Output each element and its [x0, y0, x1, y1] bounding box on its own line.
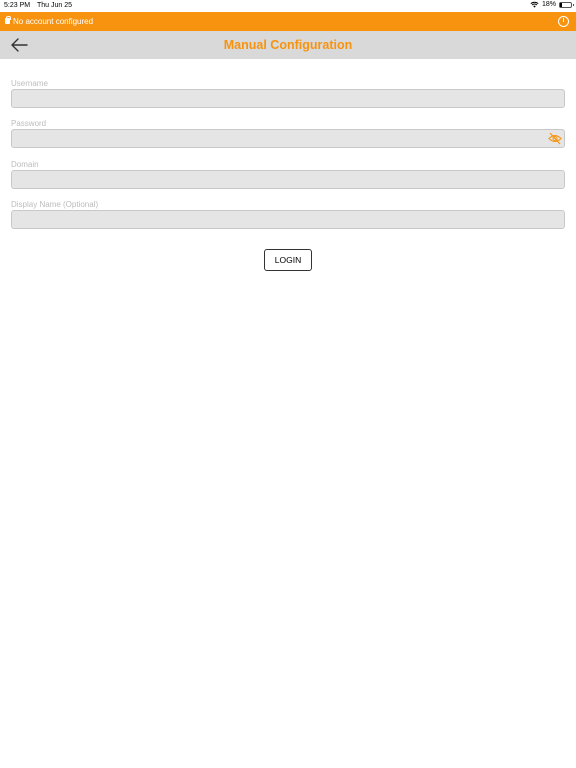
display-name-input[interactable] [11, 210, 565, 229]
status-bar: 5:23 PM Thu Jun 25 18% [0, 0, 576, 12]
lock-icon [5, 16, 11, 24]
power-icon[interactable] [558, 16, 569, 27]
username-group: Username [11, 78, 565, 108]
no-account-banner: No account configured [0, 12, 576, 31]
battery-icon [559, 1, 574, 8]
status-right: 18% [530, 1, 574, 8]
display-name-label: Display Name (Optional) [11, 200, 99, 209]
status-time: 5:23 PM [4, 2, 31, 9]
password-label: Password [11, 119, 47, 128]
wifi-icon [530, 1, 539, 8]
domain-input[interactable] [11, 170, 565, 189]
battery-percent: 18% [541, 1, 556, 8]
username-label: Username [11, 79, 48, 88]
navigation-bar: Manual Configuration [0, 31, 576, 59]
domain-group: Domain [11, 159, 565, 189]
eye-slash-icon[interactable] [548, 132, 562, 145]
password-group: Password [11, 118, 565, 148]
username-input[interactable] [11, 89, 565, 108]
login-button[interactable]: LOGIN [264, 249, 312, 271]
password-input[interactable] [11, 129, 565, 148]
domain-label: Domain [11, 160, 39, 169]
battery-fill [560, 2, 562, 7]
display-name-group: Display Name (Optional) [11, 199, 565, 229]
banner-text: No account configured [13, 17, 94, 26]
page-title: Manual Configuration [223, 38, 353, 52]
status-date: Thu Jun 25 [37, 2, 73, 9]
